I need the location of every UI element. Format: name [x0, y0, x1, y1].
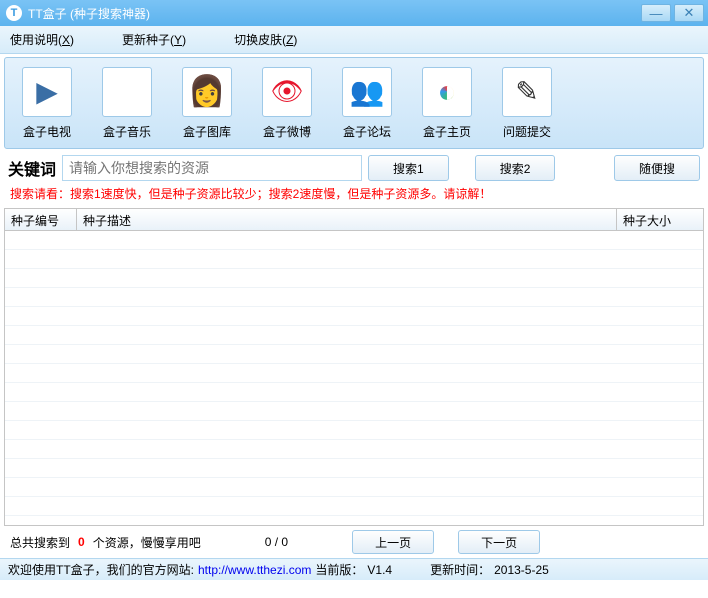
- toolbar-tv[interactable]: 盒子电视: [13, 67, 81, 140]
- menu-help[interactable]: 使用说明(X): [10, 31, 74, 48]
- official-url[interactable]: http://www.tthezi.com: [198, 563, 311, 577]
- keyword-label: 关键词: [8, 156, 56, 180]
- home-icon: [422, 67, 472, 117]
- col-seed-id[interactable]: 种子编号: [5, 209, 77, 230]
- menubar: 使用说明(X) 更新种子(Y) 切换皮肤(Z): [0, 26, 708, 54]
- gallery-icon: [182, 67, 232, 117]
- toolbar-gallery[interactable]: 盒子图库: [173, 67, 241, 140]
- page-indicator: 0 / 0: [265, 535, 288, 549]
- search1-button[interactable]: 搜索1: [368, 155, 449, 181]
- toolbar: 盒子电视 盒子音乐 盒子图库 盒子微博 盒子论坛 盒子主页 问题提交: [4, 57, 704, 149]
- toolbar-weibo[interactable]: 盒子微博: [253, 67, 321, 140]
- version-value: V1.4: [367, 563, 392, 577]
- result-count-suffix: 个资源，慢慢享用吧: [93, 534, 201, 551]
- table-row: [5, 269, 703, 288]
- table-row: [5, 364, 703, 383]
- toolbar-music[interactable]: 盒子音乐: [93, 67, 161, 140]
- table-row: [5, 440, 703, 459]
- tv-icon: [22, 67, 72, 117]
- table-row: [5, 288, 703, 307]
- col-seed-desc[interactable]: 种子描述: [77, 209, 617, 230]
- prev-page-button[interactable]: 上一页: [352, 530, 434, 554]
- window-title: TT盒子 (种子搜索神器): [28, 5, 638, 22]
- menu-update[interactable]: 更新种子(Y): [122, 31, 186, 48]
- search-input[interactable]: [62, 155, 362, 181]
- table-row: [5, 421, 703, 440]
- toolbar-forum[interactable]: 盒子论坛: [333, 67, 401, 140]
- version-label: 当前版：: [315, 561, 363, 578]
- status-welcome: 欢迎使用TT盒子，我们的官方网站:: [8, 561, 194, 578]
- table-row: [5, 250, 703, 269]
- table-row: [5, 478, 703, 497]
- table-body[interactable]: [5, 231, 703, 526]
- result-count-prefix: 总共搜索到: [10, 534, 70, 551]
- table-row: [5, 459, 703, 478]
- menu-skin[interactable]: 切换皮肤(Z): [234, 31, 297, 48]
- table-row: [5, 307, 703, 326]
- table-header: 种子编号 种子描述 种子大小: [5, 209, 703, 231]
- search2-button[interactable]: 搜索2: [475, 155, 556, 181]
- search-hint: 搜索请看：搜索1速度快，但是种子资源比较少；搜索2速度慢，但是种子资源多。请谅解…: [0, 183, 708, 208]
- forum-icon: [342, 67, 392, 117]
- results-table: 种子编号 种子描述 种子大小: [4, 208, 704, 526]
- weibo-icon: [262, 67, 312, 117]
- titlebar[interactable]: T TT盒子 (种子搜索神器) — ✕: [0, 0, 708, 26]
- table-row: [5, 497, 703, 516]
- pager: 总共搜索到 0 个资源，慢慢享用吧 0 / 0 上一页 下一页: [0, 526, 708, 558]
- feedback-icon: [502, 67, 552, 117]
- table-row: [5, 345, 703, 364]
- toolbar-home[interactable]: 盒子主页: [413, 67, 481, 140]
- next-page-button[interactable]: 下一页: [458, 530, 540, 554]
- table-row: [5, 383, 703, 402]
- minimize-button[interactable]: —: [641, 4, 671, 22]
- statusbar: 欢迎使用TT盒子，我们的官方网站: http://www.tthezi.com …: [0, 558, 708, 580]
- music-icon: [102, 67, 152, 117]
- col-seed-size[interactable]: 种子大小: [617, 209, 703, 230]
- table-row: [5, 231, 703, 250]
- search-bar: 关键词 搜索1 搜索2 随便搜: [0, 149, 708, 183]
- update-time-value: 2013-5-25: [494, 563, 549, 577]
- toolbar-feedback[interactable]: 问题提交: [493, 67, 561, 140]
- app-icon: T: [6, 5, 22, 21]
- table-row: [5, 326, 703, 345]
- result-count: 0: [78, 535, 85, 549]
- close-button[interactable]: ✕: [674, 4, 704, 22]
- update-time-label: 更新时间：: [430, 561, 490, 578]
- random-search-button[interactable]: 随便搜: [614, 155, 700, 181]
- table-row: [5, 402, 703, 421]
